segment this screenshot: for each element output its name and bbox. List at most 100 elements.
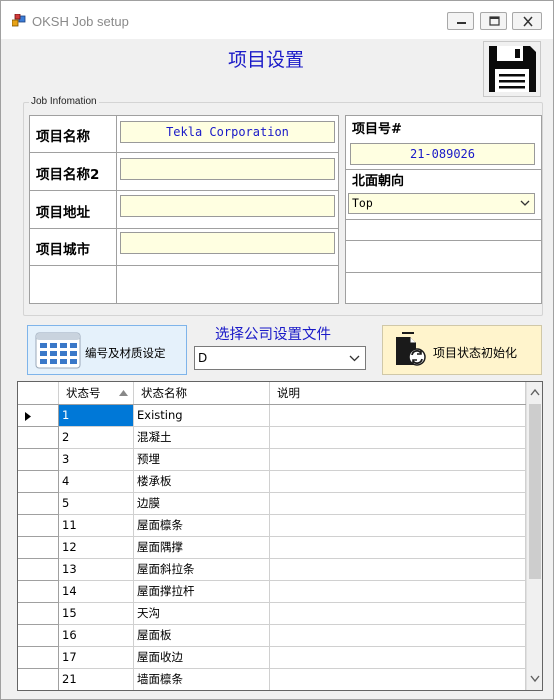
column-header-status-id[interactable]: 状态号 <box>59 382 134 404</box>
table-divider <box>30 152 338 153</box>
scroll-down-icon[interactable] <box>527 670 543 688</box>
cell-description[interactable] <box>270 515 526 537</box>
row-header[interactable] <box>18 581 59 603</box>
table-row[interactable]: 5 边膜 <box>18 493 526 515</box>
table-row[interactable]: 16 屋面板 <box>18 625 526 647</box>
cell-description[interactable] <box>270 471 526 493</box>
maximize-button[interactable] <box>480 12 507 30</box>
column-header-status-name[interactable]: 状态名称 <box>134 382 270 404</box>
row-header[interactable] <box>18 427 59 449</box>
row-header[interactable] <box>18 669 59 690</box>
cell-status-id[interactable]: 15 <box>59 603 134 625</box>
table-row[interactable]: 11 屋面檩条 <box>18 515 526 537</box>
save-button[interactable] <box>483 41 541 97</box>
table-row[interactable]: 21 墙面檩条 <box>18 669 526 690</box>
vertical-scrollbar[interactable] <box>526 382 542 690</box>
cell-description[interactable] <box>270 405 526 427</box>
cell-status-id[interactable]: 17 <box>59 647 134 669</box>
cell-status-id[interactable]: 16 <box>59 625 134 647</box>
company-file-select[interactable]: D <box>194 346 366 370</box>
table-row[interactable]: 12 屋面隅撑 <box>18 537 526 559</box>
table-row[interactable]: 3 预埋 <box>18 449 526 471</box>
table-row[interactable]: 15 天沟 <box>18 603 526 625</box>
row-header[interactable] <box>18 559 59 581</box>
cell-status-name[interactable]: 屋面斜拉条 <box>134 559 270 581</box>
cell-status-id[interactable]: 21 <box>59 669 134 690</box>
title-bar[interactable]: OKSH Job setup <box>1 1 553 39</box>
cell-status-name[interactable]: 天沟 <box>134 603 270 625</box>
table-row[interactable]: 2 混凝土 <box>18 427 526 449</box>
floppy-disk-icon <box>489 46 536 92</box>
row-header[interactable] <box>18 449 59 471</box>
scroll-up-icon[interactable] <box>527 384 543 402</box>
cell-description[interactable] <box>270 581 526 603</box>
cell-status-id[interactable]: 12 <box>59 537 134 559</box>
cell-status-name[interactable]: 屋面檩条 <box>134 515 270 537</box>
close-button[interactable] <box>512 12 542 30</box>
cell-status-id[interactable]: 4 <box>59 471 134 493</box>
cell-status-id[interactable]: 5 <box>59 493 134 515</box>
project-number-field[interactable]: 21-089026 <box>350 143 535 165</box>
cell-status-id[interactable]: 1 <box>59 405 134 427</box>
minimize-button[interactable] <box>447 12 474 30</box>
chevron-down-icon <box>520 200 530 206</box>
company-file-label: 选择公司设置文件 <box>215 327 331 343</box>
numbering-material-button[interactable]: 编号及材质设定 <box>27 325 187 375</box>
cell-status-name[interactable]: Existing <box>134 405 270 427</box>
cell-description[interactable] <box>270 647 526 669</box>
cell-description[interactable] <box>270 603 526 625</box>
column-header-label: 状态号 <box>66 386 101 400</box>
cell-status-name[interactable]: 预埋 <box>134 449 270 471</box>
calendar-icon <box>35 332 81 369</box>
cell-status-name[interactable]: 墙面檩条 <box>134 669 270 690</box>
table-divider <box>346 219 541 220</box>
table-row[interactable]: 14 屋面撑拉杆 <box>18 581 526 603</box>
row-header[interactable] <box>18 471 59 493</box>
project-name2-field[interactable] <box>120 158 335 180</box>
cell-description[interactable] <box>270 449 526 471</box>
row-header[interactable] <box>18 625 59 647</box>
north-direction-select[interactable]: Top <box>348 193 535 214</box>
table-divider <box>30 190 338 191</box>
column-header-description[interactable]: 说明 <box>270 382 526 404</box>
cell-status-name[interactable]: 边膜 <box>134 493 270 515</box>
row-header[interactable] <box>18 515 59 537</box>
row-header[interactable] <box>18 647 59 669</box>
cell-status-id[interactable]: 2 <box>59 427 134 449</box>
table-row[interactable]: 4 楼承板 <box>18 471 526 493</box>
cell-status-name[interactable]: 屋面撑拉杆 <box>134 581 270 603</box>
sort-ascending-icon <box>119 390 128 396</box>
table-divider <box>116 116 117 303</box>
cell-description[interactable] <box>270 537 526 559</box>
project-city-field[interactable] <box>120 232 335 254</box>
project-address-field[interactable] <box>120 195 335 217</box>
init-status-button[interactable]: 项目状态初始化 <box>382 325 542 375</box>
document-refresh-icon <box>396 332 426 366</box>
cell-description[interactable] <box>270 669 526 690</box>
project-number-table: 项目号# 21-089026 北面朝向 Top <box>345 115 542 304</box>
row-header[interactable] <box>18 405 59 427</box>
table-row[interactable]: 13 屋面斜拉条 <box>18 559 526 581</box>
cell-status-id[interactable]: 14 <box>59 581 134 603</box>
cell-status-name[interactable]: 楼承板 <box>134 471 270 493</box>
row-header[interactable] <box>18 603 59 625</box>
cell-status-name[interactable]: 屋面收边 <box>134 647 270 669</box>
cell-status-name[interactable]: 屋面隅撑 <box>134 537 270 559</box>
cell-status-name[interactable]: 混凝土 <box>134 427 270 449</box>
cell-description[interactable] <box>270 427 526 449</box>
status-grid[interactable]: 状态号 状态名称 说明 1 Existing 2 混凝土 3 预埋 4 楼承板 … <box>17 381 543 691</box>
cell-status-id[interactable]: 11 <box>59 515 134 537</box>
table-row[interactable]: 17 屋面收边 <box>18 647 526 669</box>
cell-status-id[interactable]: 13 <box>59 559 134 581</box>
cell-description[interactable] <box>270 625 526 647</box>
scrollbar-thumb[interactable] <box>529 404 541 579</box>
table-row[interactable]: 1 Existing <box>18 405 526 427</box>
cell-status-name[interactable]: 屋面板 <box>134 625 270 647</box>
cell-status-id[interactable]: 3 <box>59 449 134 471</box>
row-header[interactable] <box>18 493 59 515</box>
main-window: OKSH Job setup 项目设置 Job Infomation 项目名称 … <box>0 0 554 700</box>
project-name-field[interactable]: Tekla Corporation <box>120 121 335 143</box>
cell-description[interactable] <box>270 493 526 515</box>
cell-description[interactable] <box>270 559 526 581</box>
row-header[interactable] <box>18 537 59 559</box>
